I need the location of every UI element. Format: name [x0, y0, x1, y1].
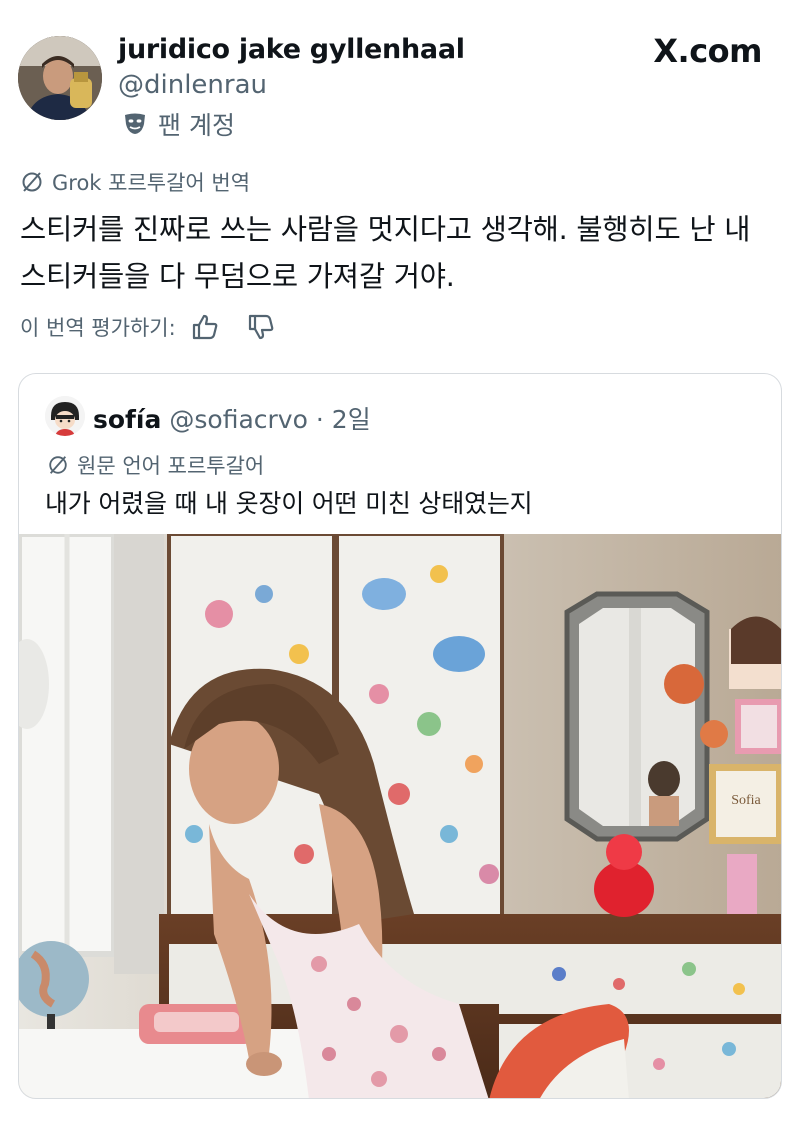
quoted-photo[interactable]: Sofia [19, 534, 781, 1098]
rate-translation-label: 이 번역 평가하기: [20, 316, 176, 340]
quoted-avatar[interactable] [45, 396, 85, 436]
tweet-header: juridico jake gyllenhaal @dinlenrau 팬 계정… [18, 32, 782, 142]
quoted-language-label: 원문 언어 포르투갈어 [77, 454, 265, 478]
bedroom-photo: Sofia [19, 534, 781, 1098]
translate-icon [49, 456, 67, 474]
thumbs-down-button[interactable] [246, 312, 276, 342]
thumbs-down-icon [248, 314, 274, 340]
translation-source-label: Grok 포르투갈어 번역 [52, 171, 251, 195]
quoted-time[interactable]: · 2일 [316, 400, 371, 436]
quoted-name[interactable]: sofía [93, 405, 161, 434]
rate-translation: 이 번역 평가하기: [20, 312, 276, 342]
quoted-language: 원문 언어 포르투갈어 [47, 450, 264, 480]
thumbs-up-button[interactable] [190, 312, 220, 342]
thumbs-up-icon [192, 314, 218, 340]
x-brand: X.com [653, 32, 762, 70]
fan-account-badge: 팬 계정 [122, 106, 235, 142]
quoted-header: sofía @sofiacrvo · 2일 [93, 400, 371, 436]
quoted-text: 내가 어렸을 때 내 옷장이 어떤 미친 상태였는지 [45, 489, 533, 518]
photo-sign: Sofia [731, 793, 761, 808]
translation-source: Grok 포르투갈어 번역 [20, 167, 250, 197]
fan-badge-label: 팬 계정 [158, 111, 235, 140]
quoted-tweet[interactable]: sofía @sofiacrvo · 2일 원문 언어 포르투갈어 내가 어렸을… [18, 373, 782, 1099]
author-name[interactable]: juridico jake gyllenhaal [118, 34, 465, 65]
theater-mask-icon [125, 113, 145, 134]
author-handle[interactable]: @dinlenrau [118, 70, 267, 100]
author-avatar[interactable] [18, 36, 102, 120]
translate-icon [22, 172, 42, 192]
tweet-text: 스티커를 진짜로 쓰는 사람을 멋지다고 생각해. 불행히도 난 내 스티커들을… [20, 213, 751, 293]
quoted-handle[interactable]: @sofiacrvo [169, 405, 308, 434]
